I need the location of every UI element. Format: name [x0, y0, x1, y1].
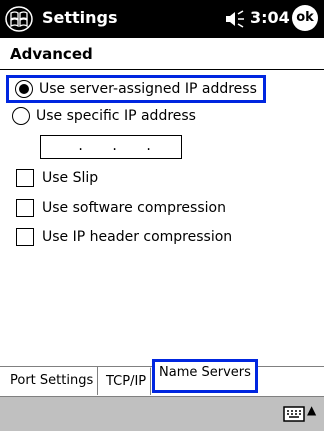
use-slip-checkbox[interactable] — [16, 169, 34, 187]
server-assigned-ip-label: Use server-assigned IP address — [39, 81, 257, 97]
ip-separator-dot: . — [77, 139, 85, 153]
bottom-menu-bar: ▲ — [0, 396, 324, 431]
windows-flag-icon[interactable] — [4, 5, 34, 33]
clock[interactable]: 3:04 — [250, 8, 290, 27]
server-assigned-ip-option[interactable]: Use server-assigned IP address — [6, 75, 266, 103]
software-compression-label: Use software compression — [42, 200, 226, 216]
use-slip-option[interactable]: Use Slip — [6, 164, 98, 192]
specific-ip-label: Use specific IP address — [36, 108, 196, 124]
tab-name-servers[interactable]: Name Servers — [152, 359, 258, 393]
up-arrow-icon[interactable]: ▲ — [307, 403, 316, 417]
radio-button-selected[interactable] — [15, 80, 33, 98]
ip-separator-dot: . — [111, 139, 119, 153]
radio-dot — [19, 84, 29, 94]
speaker-icon[interactable] — [224, 9, 246, 29]
specific-ip-option[interactable]: Use specific IP address — [6, 102, 196, 130]
tab-tcp-ip[interactable]: TCP/IP — [102, 367, 152, 395]
page-title: Advanced — [10, 45, 93, 63]
ok-button[interactable]: ok — [292, 5, 318, 31]
radio-button[interactable] — [12, 107, 30, 125]
software-compression-checkbox[interactable] — [16, 199, 34, 217]
ip-header-compression-option[interactable]: Use IP header compression — [6, 223, 232, 251]
ip-address-field[interactable]: . . . — [40, 135, 182, 159]
tab-port-settings[interactable]: Port Settings — [6, 367, 99, 395]
software-compression-option[interactable]: Use software compression — [6, 194, 226, 222]
keyboard-icon[interactable] — [283, 405, 305, 423]
title-bar: Settings 3:04 ok — [0, 0, 324, 38]
ip-header-compression-label: Use IP header compression — [42, 229, 233, 245]
use-slip-label: Use Slip — [42, 170, 99, 186]
tab-bar: Port Settings TCP/IP Name Servers — [0, 359, 324, 396]
ip-separator-dot: . — [145, 139, 153, 153]
heading-divider — [0, 69, 324, 70]
ip-header-compression-checkbox[interactable] — [16, 228, 34, 246]
app-title: Settings — [42, 8, 118, 27]
